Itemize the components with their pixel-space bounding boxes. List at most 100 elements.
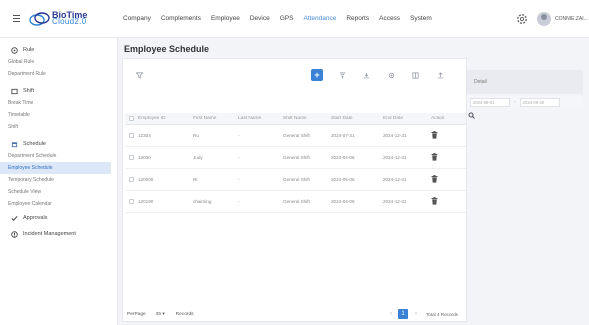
sidebar-group-shift[interactable]: Shift [0, 85, 117, 97]
column-header-action: Action [431, 116, 445, 121]
records-label: Records [175, 311, 194, 317]
column-settings-icon[interactable] [409, 69, 421, 81]
brand-subtitle: Cloud2.0 [52, 17, 87, 26]
nav-complements[interactable]: Complements [161, 15, 201, 22]
delete-trash-icon[interactable] [431, 197, 438, 205]
sidebar-group-incident-management[interactable]: Incident Management [0, 228, 117, 240]
settings-icon[interactable] [385, 69, 397, 81]
nav-company[interactable]: Company [123, 15, 151, 22]
incident-icon [10, 230, 18, 238]
nav-attendance[interactable]: Attendance [303, 15, 336, 22]
toolbar: + [123, 59, 468, 91]
filter-icon[interactable] [133, 69, 145, 81]
cell-last-name: - [238, 177, 240, 182]
cell-start-date: 2024-07-31 [331, 133, 355, 138]
row-checkbox[interactable] [129, 199, 134, 204]
schedule-table: Employee ID First Name Last Name Shift N… [125, 113, 466, 213]
date-to-input[interactable]: 2024-09-30 [519, 97, 560, 107]
cell-shift-name: General Shift [283, 133, 310, 138]
search-icon[interactable] [468, 112, 475, 119]
per-page-select[interactable]: 35 ▾ [156, 312, 176, 317]
row-checkbox[interactable] [129, 177, 134, 182]
sidebar-item-schedule-view[interactable]: Schedule View [0, 186, 117, 198]
clear-schedule-icon[interactable] [336, 69, 348, 81]
column-header-first-name[interactable]: First Name [193, 116, 238, 121]
schedule-icon [10, 140, 18, 148]
nav-access[interactable]: Access [379, 15, 400, 22]
cell-start-date: 2024-04-06 [331, 155, 355, 160]
sidebar-item-department-rule[interactable]: Department Rule [0, 68, 117, 80]
column-header-end-date[interactable]: End Date [383, 116, 431, 121]
cell-employee-id: 13030 [138, 155, 151, 160]
main-content: Employee Schedule + Employee ID First Na… [118, 38, 589, 325]
sidebar-group-schedule[interactable]: Schedule [0, 138, 117, 150]
cell-first-name: chaiming [193, 199, 212, 204]
import-icon[interactable] [360, 69, 372, 81]
sidebar-group-approvals[interactable]: Approvals [0, 212, 117, 224]
settings-gear-icon[interactable] [515, 12, 529, 26]
logo-mark-icon [29, 11, 51, 26]
cell-end-date: 2024-12-31 [383, 199, 407, 204]
current-page-button[interactable]: 1 [398, 309, 408, 319]
column-header-last-name[interactable]: Last Name [238, 116, 283, 121]
sidebar-item-employee-calendar[interactable]: Employee Calendar [0, 198, 117, 210]
user-name[interactable]: CONNIE.ZAI... [555, 16, 589, 22]
export-icon[interactable] [434, 69, 446, 81]
menu-toggle-icon[interactable] [5, 15, 27, 22]
table-row[interactable]: 12304 Ru - General Shift 2024-07-31 2024… [125, 125, 466, 147]
column-header-employee-id[interactable]: Employee ID [138, 116, 193, 121]
sidebar-item-employee-schedule[interactable]: Employee Schedule [0, 162, 111, 174]
sidebar-item-global-rule[interactable]: Global Rule [0, 56, 117, 68]
sidebar: Rule Global Rule Department Rule Shift B… [0, 38, 118, 325]
table-row[interactable]: 13030 Judy - General Shift 2024-04-06 20… [125, 147, 466, 169]
row-checkbox[interactable] [129, 155, 134, 160]
sidebar-item-timetable[interactable]: Timetable [0, 109, 117, 121]
sidebar-item-temporary-schedule[interactable]: Temporary Schedule [0, 174, 117, 186]
sidebar-group-label: Rule [23, 47, 35, 53]
sidebar-item-break-time[interactable]: Break Time [0, 97, 117, 109]
sidebar-group-label: Approvals [23, 215, 48, 221]
logo[interactable]: BioTime Cloud2.0 [29, 11, 115, 26]
schedule-panel: + Employee ID First Name Last Name Shift… [122, 58, 467, 322]
sidebar-group-label: Schedule [23, 141, 46, 147]
cell-end-date: 2024-12-31 [383, 155, 407, 160]
top-header: BioTime Cloud2.0 Company Complements Emp… [0, 0, 589, 38]
delete-trash-icon[interactable] [431, 175, 438, 183]
sidebar-group-rule[interactable]: Rule [0, 44, 117, 56]
per-page-label: PerPage [127, 311, 146, 317]
delete-trash-icon[interactable] [431, 131, 438, 139]
cell-start-date: 2024-04-06 [331, 199, 355, 204]
total-records-label: Total 4 Records [426, 312, 458, 317]
nav-employee[interactable]: Employee [211, 15, 240, 22]
user-avatar[interactable] [537, 12, 551, 26]
column-header-start-date[interactable]: Start Date [331, 116, 383, 121]
nav-system[interactable]: System [410, 15, 432, 22]
select-all-checkbox[interactable] [129, 116, 134, 121]
cell-end-date: 2024-12-31 [383, 133, 407, 138]
per-page-value: 35 [155, 311, 162, 317]
nav-device[interactable]: Device [250, 15, 270, 22]
sidebar-item-shift[interactable]: Shift [0, 121, 117, 133]
cell-first-name: Judy [193, 155, 203, 160]
cell-last-name: - [238, 155, 240, 160]
column-header-shift-name[interactable]: Shift Name [283, 116, 331, 121]
prev-page-icon[interactable]: ‹ [386, 309, 396, 319]
detail-header: Detail [467, 70, 583, 94]
add-button[interactable]: + [311, 69, 323, 81]
nav-gps[interactable]: GPS [280, 15, 294, 22]
table-row[interactable]: 120190 chaiming - General Shift 2024-04-… [125, 191, 466, 213]
sidebar-item-department-schedule[interactable]: Department Schedule [0, 150, 117, 162]
cell-last-name: - [238, 199, 240, 204]
delete-trash-icon[interactable] [431, 153, 438, 161]
cell-employee-id: 120000 [138, 177, 154, 182]
date-from-input[interactable]: 2024-09-01 [470, 97, 510, 107]
nav-reports[interactable]: Reports [346, 15, 369, 22]
detail-label: Detail [474, 79, 487, 85]
next-page-icon[interactable]: › [411, 309, 421, 319]
table-row[interactable]: 120000 Ri - General Shift 2024-05-06 202… [125, 169, 466, 191]
detail-panel: Detail 2024-09-01 - 2024-09-30 [467, 70, 583, 158]
table-header: Employee ID First Name Last Name Shift N… [125, 113, 466, 125]
sidebar-group-label: Shift [23, 88, 35, 94]
cell-employee-id: 12304 [138, 133, 151, 138]
row-checkbox[interactable] [129, 133, 134, 138]
